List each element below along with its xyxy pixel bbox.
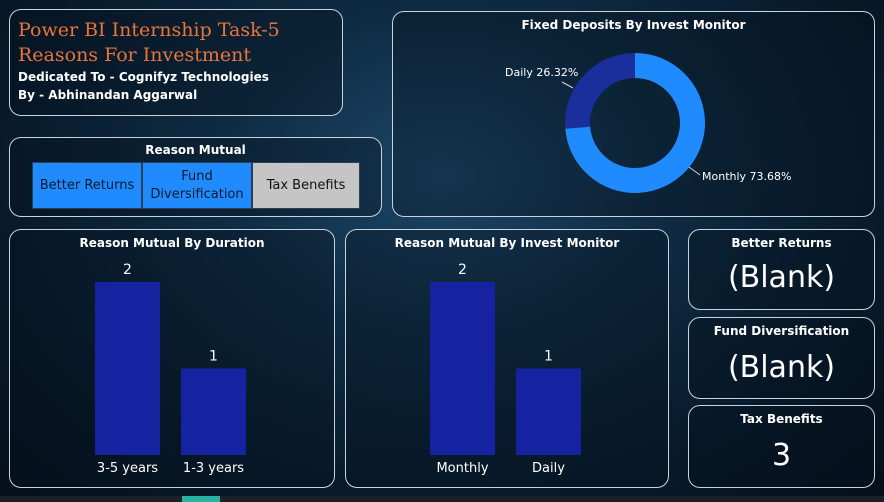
x-tick-label: 3-5 years xyxy=(97,461,158,476)
leader-line-daily xyxy=(561,81,574,89)
kpi-title: Fund Diversification xyxy=(713,324,850,338)
active-page-tab[interactable] xyxy=(182,496,220,502)
kpi-fund-diversification: Fund Diversification (Blank) xyxy=(688,317,875,399)
kpi-tax-benefits: Tax Benefits 3 xyxy=(688,405,875,488)
donut-chart: Daily 26.32% Monthly 73.68% xyxy=(505,53,791,193)
kpi-value: 3 xyxy=(771,438,792,473)
kpi-title: Better Returns xyxy=(731,236,832,250)
duration-bar-chart: 2 3-5 years 1 1-3 years xyxy=(95,262,246,476)
dedicated-text: Dedicated To - Cognifyz Technologies xyxy=(18,70,269,84)
slicer-title: Reason Mutual xyxy=(145,143,246,157)
bar-data-label: 1 xyxy=(544,349,553,365)
report-title-line1: Power BI Internship Task-5 xyxy=(18,19,280,41)
kpi-better-returns: Better Returns (Blank) xyxy=(688,229,875,310)
invest-monitor-bar-card: Reason Mutual By Invest Monitor 2 Monthly… xyxy=(345,229,669,488)
bar-data-label: 1 xyxy=(209,349,218,365)
kpi-title: Tax Benefits xyxy=(740,412,823,426)
slicer-option-better-returns[interactable]: Better Returns xyxy=(32,162,142,209)
report-title-line2: Reasons For Investment xyxy=(18,44,252,66)
bar-data-label: 2 xyxy=(123,262,132,278)
bar-3-5-years[interactable] xyxy=(95,282,160,455)
invest-monitor-bar-chart: 2 Monthly 1 Daily xyxy=(430,262,581,476)
duration-bar-card: Reason Mutual By Duration 2 3-5 years 1 1-3… xyxy=(9,229,335,488)
kpi-value: (Blank) xyxy=(727,260,836,295)
slicer-option-tax-benefits[interactable]: Tax Benefits xyxy=(252,162,360,209)
bar-daily[interactable] xyxy=(516,368,581,456)
author-text: By - Abhinandan Aggarwal xyxy=(18,88,198,102)
donut-slice-daily[interactable] xyxy=(565,53,635,129)
leader-line-monthly xyxy=(688,166,701,176)
bar-data-label: 2 xyxy=(458,262,467,278)
title-card: Power BI Internship Task-5 Reasons For I… xyxy=(9,9,343,116)
x-tick-label: Monthly xyxy=(436,461,488,476)
x-tick-label: 1-3 years xyxy=(183,461,244,476)
donut-label-monthly: Monthly 73.68% xyxy=(702,170,791,183)
kpi-value: (Blank) xyxy=(727,350,836,385)
page-tab-bar xyxy=(0,496,884,502)
donut-label-daily: Daily 26.32% xyxy=(505,66,578,79)
bar-monthly[interactable] xyxy=(430,282,495,455)
fixed-deposits-donut-card: Fixed Deposits By Invest Monitor Daily 2… xyxy=(392,11,875,217)
bar-1-3-years[interactable] xyxy=(181,368,246,456)
slicer-option-fund-diversification[interactable]: Fund Diversification xyxy=(142,162,252,209)
x-tick-label: Daily xyxy=(532,461,565,476)
reason-mutual-slicer: Reason Mutual Better Returns Fund Divers… xyxy=(9,137,382,217)
